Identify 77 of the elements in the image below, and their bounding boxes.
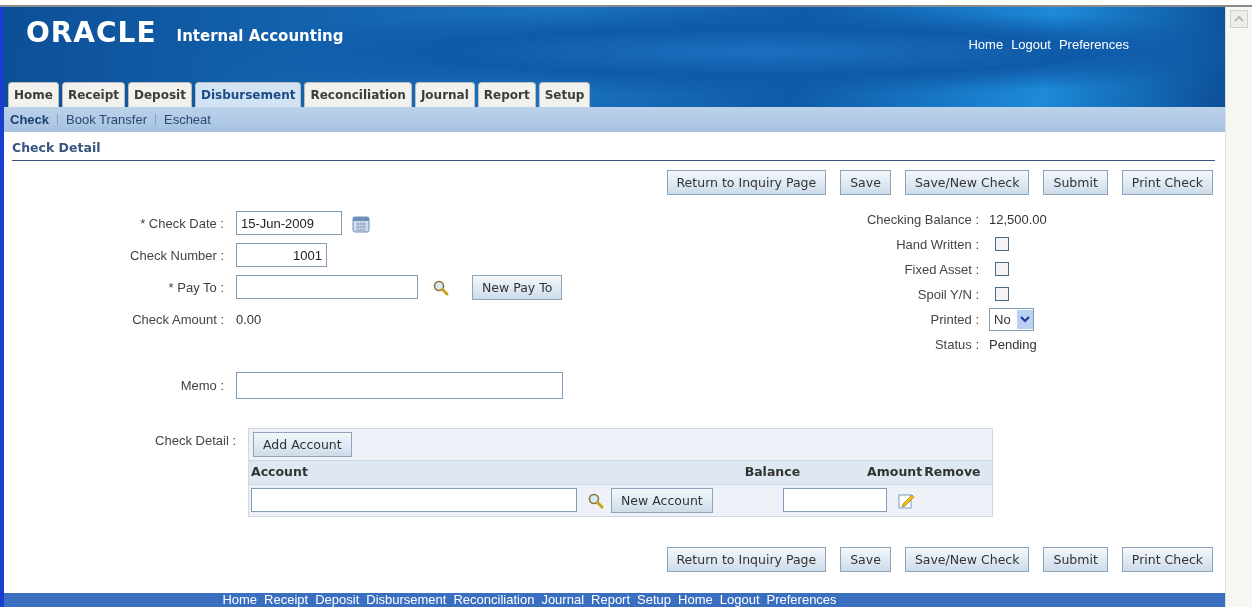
page-title: Check Detail bbox=[12, 139, 1215, 161]
field-value: 12,500.00 bbox=[989, 210, 1047, 229]
edit-icon[interactable] bbox=[896, 491, 915, 510]
field-value: 0.00 bbox=[236, 310, 262, 329]
footer-link[interactable]: Journal bbox=[541, 593, 585, 607]
tab[interactable]: Reconciliation bbox=[304, 82, 412, 107]
field-label: Check Amount : bbox=[131, 310, 225, 329]
action-button[interactable]: Submit bbox=[1043, 546, 1108, 572]
field-label: Check Number : bbox=[129, 246, 225, 265]
footer-link[interactable]: Report bbox=[591, 593, 631, 607]
footer-link[interactable]: Preferences bbox=[766, 593, 837, 607]
calendar-icon[interactable] bbox=[352, 215, 370, 233]
tab[interactable]: Deposit bbox=[128, 82, 192, 107]
header-link[interactable]: Preferences bbox=[1058, 35, 1129, 55]
tab[interactable]: Disbursement bbox=[194, 82, 302, 107]
action-button[interactable]: Save bbox=[840, 169, 891, 195]
column-header: Account bbox=[250, 462, 309, 481]
field-label: Check Detail : bbox=[154, 431, 237, 450]
field-label: Checking Balance : bbox=[866, 210, 980, 229]
action-button[interactable]: Return to Inquiry Page bbox=[666, 546, 827, 572]
field-label: Spoil Y/N : bbox=[916, 285, 980, 304]
add-account-button[interactable]: Add Account bbox=[253, 431, 352, 457]
action-button[interactable]: Save/New Check bbox=[904, 546, 1030, 572]
footer-link[interactable]: Setup bbox=[637, 593, 672, 607]
subtab-link[interactable]: Check bbox=[10, 109, 50, 130]
scroll-up-icon[interactable] bbox=[1230, 10, 1248, 28]
pay-to-field[interactable] bbox=[236, 275, 418, 300]
action-button[interactable]: Save bbox=[840, 546, 891, 572]
column-header: Amount bbox=[866, 462, 923, 481]
number-field[interactable]: 1001 bbox=[236, 243, 327, 268]
field-label: Printed : bbox=[929, 310, 980, 329]
field-label: Status : bbox=[933, 335, 980, 354]
field-label: Fixed Asset : bbox=[903, 260, 980, 279]
subtab-link[interactable]: Book Transfer bbox=[66, 109, 147, 130]
footer-link[interactable]: Reconciliation bbox=[453, 593, 535, 607]
column-header: Balance bbox=[743, 462, 802, 481]
footer-link[interactable]: Logout bbox=[719, 593, 760, 607]
footer-link[interactable]: Deposit bbox=[315, 593, 360, 607]
field-label: Hand Written : bbox=[895, 235, 980, 254]
tab[interactable]: Journal bbox=[414, 82, 475, 107]
new-pay-to-button[interactable]: New Pay To bbox=[472, 274, 563, 300]
action-button[interactable]: Save/New Check bbox=[904, 169, 1030, 195]
checkbox[interactable] bbox=[995, 237, 1009, 252]
checkbox[interactable] bbox=[995, 287, 1009, 302]
app-title: Internal Accounting bbox=[176, 26, 344, 47]
checkbox[interactable] bbox=[995, 262, 1009, 277]
field-value: Pending bbox=[989, 335, 1037, 354]
memo-field[interactable] bbox=[236, 371, 563, 399]
action-button[interactable]: Print Check bbox=[1121, 169, 1213, 195]
field-label: Memo : bbox=[179, 376, 225, 395]
new-account-button[interactable]: New Account bbox=[611, 487, 713, 513]
scrollbar[interactable] bbox=[1225, 7, 1252, 607]
action-button[interactable]: Return to Inquiry Page bbox=[666, 169, 827, 195]
footer-link[interactable]: Receipt bbox=[264, 593, 309, 607]
chevron-down-icon bbox=[1019, 315, 1030, 323]
action-button[interactable]: Print Check bbox=[1121, 546, 1213, 572]
footer-link[interactable]: Disbursement bbox=[366, 593, 447, 607]
search-icon[interactable] bbox=[587, 491, 605, 510]
date-field[interactable]: 15-Jun-2009 bbox=[236, 211, 342, 236]
account-field[interactable] bbox=[251, 488, 577, 512]
subtab-link[interactable]: Escheat bbox=[163, 109, 211, 130]
header-link[interactable]: Home bbox=[968, 35, 1004, 55]
search-icon[interactable] bbox=[432, 279, 450, 298]
footer-link[interactable]: Home bbox=[678, 593, 713, 607]
footer-link[interactable]: Home bbox=[222, 593, 258, 607]
field-label: * Pay To : bbox=[167, 278, 225, 297]
column-header: Remove bbox=[923, 462, 982, 481]
printed-select[interactable]: No bbox=[989, 307, 1034, 331]
action-button[interactable]: Submit bbox=[1043, 169, 1108, 195]
header-link[interactable]: Logout bbox=[1011, 35, 1051, 55]
tab[interactable]: Setup bbox=[538, 82, 591, 107]
tab[interactable]: Home bbox=[8, 82, 59, 107]
field-label: * Check Date : bbox=[139, 214, 225, 233]
amount-field[interactable] bbox=[782, 488, 887, 512]
tab[interactable]: Receipt bbox=[61, 82, 125, 107]
logo: ORACLE bbox=[26, 19, 157, 47]
tab[interactable]: Report bbox=[477, 82, 536, 107]
